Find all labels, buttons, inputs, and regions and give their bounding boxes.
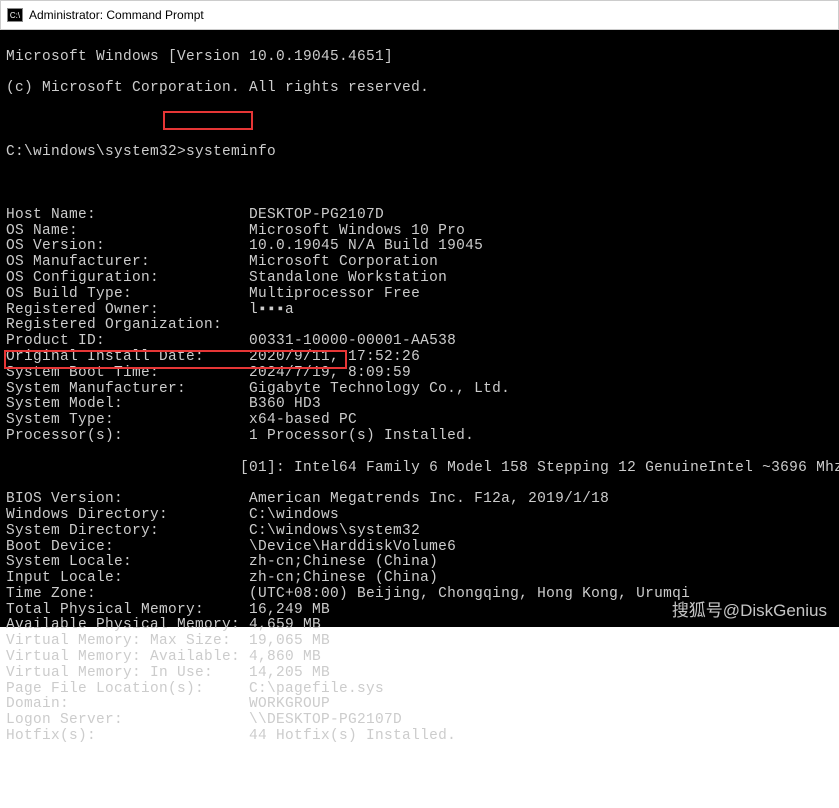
blank-line <box>6 176 833 192</box>
info-row: Virtual Memory: Max Size: 19,065 MB <box>6 634 833 650</box>
command-text: systeminfo <box>186 144 276 160</box>
info-row: Time Zone: (UTC+08:00) Beijing, Chongqin… <box>6 587 833 603</box>
info-row: OS Manufacturer: Microsoft Corporation <box>6 255 833 271</box>
info-row: Hotfix(s): 44 Hotfix(s) Installed. <box>6 729 833 745</box>
window-title: Administrator: Command Prompt <box>29 8 204 22</box>
info-row: Registered Owner: l▪▪▪a <box>6 303 833 319</box>
info-row: OS Configuration: Standalone Workstation <box>6 271 833 287</box>
info-row: System Manufacturer: Gigabyte Technology… <box>6 382 833 398</box>
processor-detail: [01]: Intel64 Family 6 Model 158 Steppin… <box>6 461 833 477</box>
cmd-icon: C:\ <box>7 8 23 22</box>
info-row: OS Build Type: Multiprocessor Free <box>6 287 833 303</box>
prompt-line: C:\windows\system32>systeminfo <box>6 145 833 161</box>
info-row: Original Install Date: 2020/9/11, 17:52:… <box>6 350 833 366</box>
info-row: OS Version: 10.0.19045 N/A Build 19045 <box>6 239 833 255</box>
prompt-path: C:\windows\system32> <box>6 144 186 160</box>
info-row: Virtual Memory: Available: 4,860 MB <box>6 650 833 666</box>
info-row: OS Name: Microsoft Windows 10 Pro <box>6 224 833 240</box>
info-row: System Locale: zh-cn;Chinese (China) <box>6 555 833 571</box>
info-row: System Directory: C:\windows\system32 <box>6 524 833 540</box>
info-row: Logon Server: \\DESKTOP-PG2107D <box>6 713 833 729</box>
info-row: System Model: B360 HD3 <box>6 397 833 413</box>
info-row: System Type: x64-based PC <box>6 413 833 429</box>
terminal-output[interactable]: Microsoft Windows [Version 10.0.19045.46… <box>0 30 839 627</box>
systeminfo-block-1: Host Name: DESKTOP-PG2107DOS Name: Micro… <box>6 208 833 445</box>
info-row: System Boot Time: 2024/7/19, 8:09:59 <box>6 366 833 382</box>
info-row: Registered Organization: <box>6 318 833 334</box>
systeminfo-block-2: BIOS Version: American Megatrends Inc. F… <box>6 492 833 745</box>
copyright-line: (c) Microsoft Corporation. All rights re… <box>6 81 833 97</box>
blank-line <box>6 113 833 129</box>
title-bar[interactable]: C:\ Administrator: Command Prompt <box>0 0 839 30</box>
info-row: Available Physical Memory: 4,659 MB <box>6 618 833 634</box>
info-row: BIOS Version: American Megatrends Inc. F… <box>6 492 833 508</box>
info-row: Virtual Memory: In Use: 14,205 MB <box>6 666 833 682</box>
info-row: Boot Device: \Device\HarddiskVolume6 <box>6 540 833 556</box>
version-line: Microsoft Windows [Version 10.0.19045.46… <box>6 50 833 66</box>
info-row: Windows Directory: C:\windows <box>6 508 833 524</box>
info-row: Page File Location(s): C:\pagefile.sys <box>6 682 833 698</box>
info-row: Host Name: DESKTOP-PG2107D <box>6 208 833 224</box>
info-row: Total Physical Memory: 16,249 MB <box>6 603 833 619</box>
info-row: Product ID: 00331-10000-00001-AA538 <box>6 334 833 350</box>
info-row: Input Locale: zh-cn;Chinese (China) <box>6 571 833 587</box>
info-row: Domain: WORKGROUP <box>6 697 833 713</box>
info-row: Processor(s): 1 Processor(s) Installed. <box>6 429 833 445</box>
